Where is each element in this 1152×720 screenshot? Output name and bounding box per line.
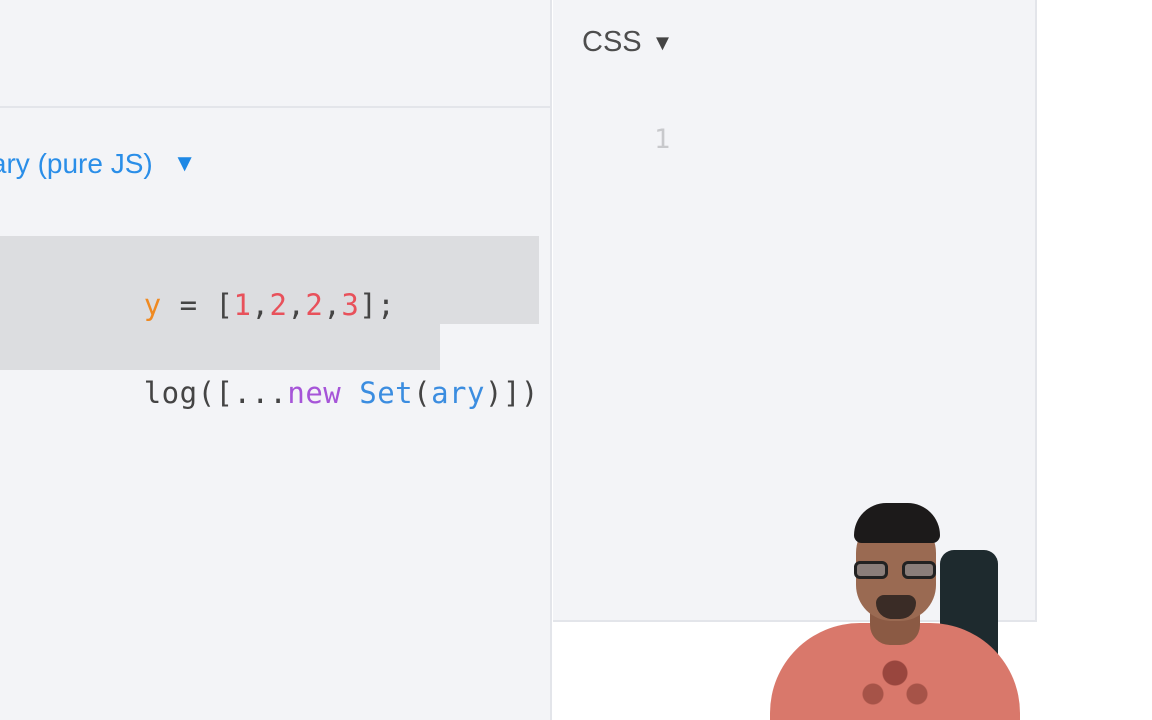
code-token: ary (431, 376, 485, 410)
glasses-lens-right (902, 561, 936, 579)
code-token: 2 (269, 288, 288, 322)
code-token: )]) (484, 376, 539, 410)
shirt-print (840, 645, 950, 715)
chevron-down-icon[interactable]: ▼ (652, 30, 674, 56)
presenter-hair (854, 503, 940, 543)
css-panel-header[interactable]: CSS ▼ (582, 26, 673, 59)
code-token: = [ (161, 288, 234, 322)
code-token: new (287, 376, 342, 410)
code-token: ( (413, 376, 432, 410)
code-token: , (251, 288, 270, 322)
webcam-overlay (770, 495, 1035, 720)
js-pane-header-strip (0, 0, 550, 108)
code-token: ]; (359, 288, 396, 322)
glasses-lens-left (854, 561, 888, 579)
code-line-2[interactable]: log([...new Set(ary)]) (0, 324, 539, 410)
chevron-down-icon: ▼ (172, 150, 197, 177)
code-token: , (287, 288, 306, 322)
code-token: 3 (341, 288, 360, 322)
js-language-selector[interactable]: orary (pure JS) ▼ (0, 144, 196, 184)
code-token: 2 (305, 288, 324, 322)
presenter-beard (876, 595, 916, 619)
code-token: y (143, 288, 162, 322)
code-line-1[interactable]: y = [1,2,2,3]; (0, 236, 395, 322)
code-token: , (323, 288, 342, 322)
code-token: 1 (233, 288, 252, 322)
codepen-editor: orary (pure JS) ▼ y = [1,2,2,3]; log([..… (0, 0, 1152, 720)
js-language-label: orary (pure JS) (0, 148, 153, 179)
js-editor-pane: orary (pure JS) ▼ y = [1,2,2,3]; log([..… (0, 0, 552, 720)
code-token: Set (359, 376, 414, 410)
code-token: log([... (143, 376, 288, 410)
css-panel-title: CSS (582, 26, 642, 58)
line-number: 1 (654, 124, 671, 155)
